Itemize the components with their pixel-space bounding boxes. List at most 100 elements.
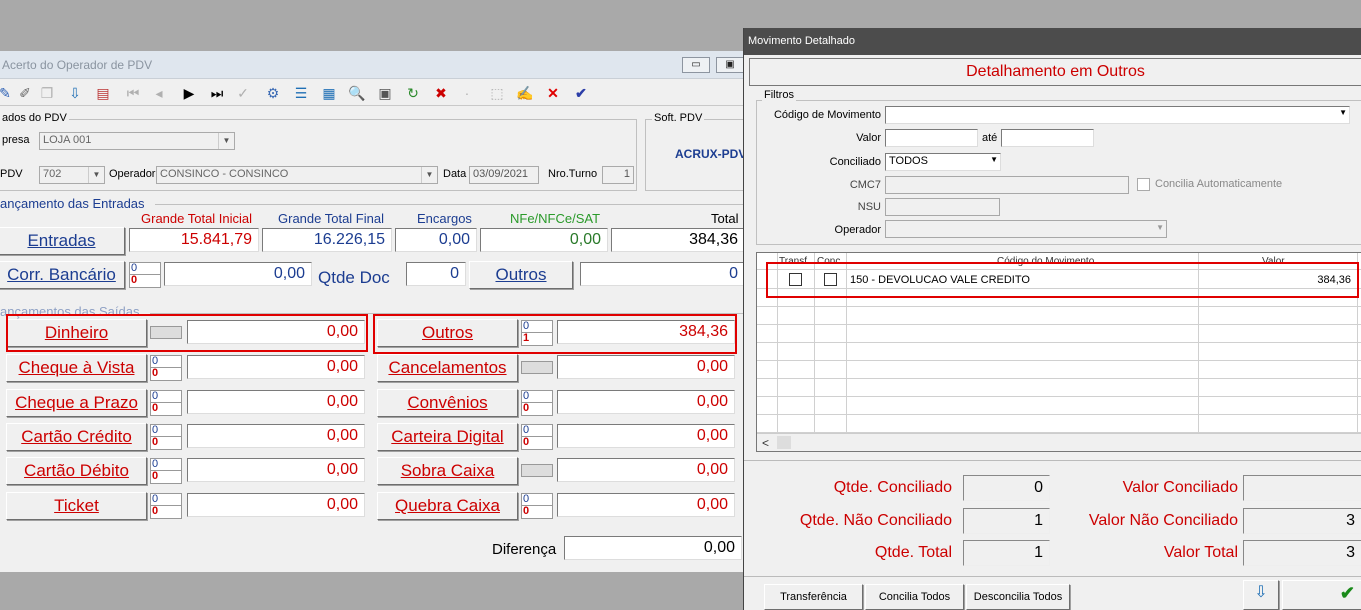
conciliado-select[interactable]: TODOS ▼ <box>885 153 1001 171</box>
restore-button[interactable]: ▣ <box>716 57 744 73</box>
refresh-icon[interactable]: ↻ <box>402 82 424 104</box>
grid-icon[interactable]: ▦ <box>318 82 340 104</box>
concilia-automaticamente-checkbox[interactable] <box>1137 178 1150 191</box>
diferenca-label: Diferença <box>492 541 557 558</box>
ticket-button[interactable]: Ticket <box>6 492 147 520</box>
cartao-credito-button[interactable]: Cartão Crédito <box>6 423 147 451</box>
corr-bancario-button[interactable]: Corr. Bancário <box>0 261 125 289</box>
cancelamentos-value: 0,00 <box>557 355 735 379</box>
convenios-value: 0,00 <box>557 390 735 414</box>
heading-panel: Detalhamento em Outros <box>749 58 1361 86</box>
check-disabled-icon[interactable]: ✓ <box>232 82 254 104</box>
qtde-conciliado-label: Qtde. Conciliado <box>833 479 952 496</box>
qtde-total-value: 1 <box>963 540 1050 566</box>
nro-turno-field[interactable]: 1 <box>602 166 634 184</box>
row-counter: 00 <box>150 493 182 519</box>
qtde-doc-value: 0 <box>406 262 466 286</box>
counter-bottom: 0 <box>150 471 182 484</box>
cheque-a-vista-button[interactable]: Cheque à Vista <box>6 354 147 382</box>
carteira-digital-button[interactable]: Carteira Digital <box>377 423 518 451</box>
ok-icon[interactable]: ✔ <box>570 82 592 104</box>
scroll-thumb[interactable] <box>777 436 791 449</box>
divider <box>744 576 1361 577</box>
counter-bottom: 0 <box>150 368 182 381</box>
last-record-icon[interactable]: ⏭ <box>206 82 228 104</box>
sobra-caixa-button[interactable]: Sobra Caixa <box>377 457 518 485</box>
chevron-down-icon: ▼ <box>421 167 437 183</box>
minimize-button[interactable]: ▭ <box>682 57 710 73</box>
entradas-button[interactable]: Entradas <box>0 227 125 255</box>
concilia-todos-button[interactable]: Concilia Todos <box>865 584 964 610</box>
grid-row-line <box>757 360 1361 361</box>
counter-bottom: 0 <box>129 275 161 288</box>
nsu-input[interactable] <box>885 198 1000 216</box>
diferenca-value: 0,00 <box>564 536 742 560</box>
pdv-select[interactable]: 702 ▼ <box>39 166 105 184</box>
valor-ate-input[interactable] <box>1001 129 1094 147</box>
qtde-nao-conciliado-value: 1 <box>963 508 1050 534</box>
print-icon[interactable]: ▤ <box>92 82 114 104</box>
desconcilia-todos-button[interactable]: Desconcilia Todos <box>966 584 1070 610</box>
operador-value: CONSINCO - CONSINCO <box>160 168 289 180</box>
codigo-movimento-select[interactable]: ▼ <box>885 106 1350 124</box>
cartao-debito-button[interactable]: Cartão Débito <box>6 457 147 485</box>
outros-entradas-value: 0 <box>580 262 745 286</box>
valor-nao-conciliado-value: 3 <box>1243 508 1361 534</box>
cmc7-input[interactable] <box>885 176 1129 194</box>
transferencia-button[interactable]: Transferência <box>764 584 863 610</box>
codigo-movimento-label: Código de Movimento <box>773 109 881 121</box>
cancelamentos-button[interactable]: Cancelamentos <box>377 354 518 382</box>
scroll-left-icon[interactable]: < <box>762 436 769 450</box>
grid-row-line <box>757 378 1361 379</box>
next-record-icon[interactable]: ▶ <box>178 82 200 104</box>
quebra-caixa-button[interactable]: Quebra Caixa <box>377 492 518 520</box>
grande-total-inicial-value: 15.841,79 <box>129 228 259 252</box>
soft-pdv-value: ACRUX-PDV <box>675 147 747 161</box>
cartao-debito-value: 0,00 <box>187 458 365 482</box>
separator-icon: · <box>464 85 470 101</box>
copy-icon[interactable]: ❐ <box>36 82 58 104</box>
window-title: Acerto do Operador de PDV <box>2 58 153 72</box>
convenios-button[interactable]: Convênios <box>377 389 518 417</box>
operador-label: Operador <box>109 168 156 180</box>
acerto-operador-window: Acerto do Operador de PDV ▭ ▣ ✎ ✐ ❐ ⇩ ▤ … <box>0 51 747 572</box>
operador-select[interactable]: CONSINCO - CONSINCO ▼ <box>156 166 438 184</box>
total-header: Total <box>711 211 739 226</box>
confirm-doc-icon[interactable]: ✍ <box>514 82 536 104</box>
cancel-icon[interactable]: ✕ <box>542 82 564 104</box>
search-doc-icon[interactable]: 🔍 <box>346 82 368 104</box>
quebra-caixa-value: 0,00 <box>557 493 735 517</box>
document-icon[interactable]: ▣ <box>374 82 396 104</box>
settings-icon[interactable]: ⚙ <box>262 82 284 104</box>
chevron-down-icon: ▼ <box>88 167 104 183</box>
title-bar: Movimento Detalhado <box>744 28 1361 55</box>
confirm-check-icon[interactable]: ✔ <box>1282 580 1361 610</box>
horizontal-scrollbar[interactable]: < <box>757 433 1361 451</box>
export-icon[interactable]: ⇩ <box>1243 580 1279 610</box>
valor-total-label: Valor Total <box>1163 544 1238 561</box>
divider <box>744 460 1361 461</box>
import-icon[interactable]: ⇩ <box>64 82 86 104</box>
prev-record-icon[interactable]: ◂ <box>148 82 170 104</box>
cheque-a-prazo-button[interactable]: Cheque a Prazo <box>6 389 147 417</box>
counter-placeholder <box>521 464 553 477</box>
operador-filter-select[interactable]: ▼ <box>885 220 1167 238</box>
valor-de-input[interactable] <box>885 129 978 147</box>
first-record-icon[interactable]: ⏮ <box>122 82 144 104</box>
eraser-icon[interactable]: ✐ <box>14 82 36 104</box>
nro-turno-label: Nro.Turno <box>548 168 598 180</box>
empresa-select[interactable]: LOJA 001 ▼ <box>39 132 235 150</box>
outros-entradas-button[interactable]: Outros <box>469 261 573 289</box>
filtros-label: Filtros <box>762 89 796 101</box>
encargos-header: Encargos <box>417 211 472 226</box>
valor-conciliado-value <box>1243 475 1361 501</box>
delete-icon[interactable]: ✖ <box>430 82 452 104</box>
chevron-down-icon: ▼ <box>1156 223 1164 232</box>
cheque-a-vista-value: 0,00 <box>187 355 365 379</box>
row-counter: 00 <box>150 355 182 381</box>
highlight-outros <box>373 314 737 354</box>
data-field[interactable]: 03/09/2021 <box>469 166 539 184</box>
row-counter: 00 <box>521 424 553 450</box>
list-icon[interactable]: ☰ <box>290 82 312 104</box>
frame-icon[interactable]: ⬚ <box>486 82 508 104</box>
